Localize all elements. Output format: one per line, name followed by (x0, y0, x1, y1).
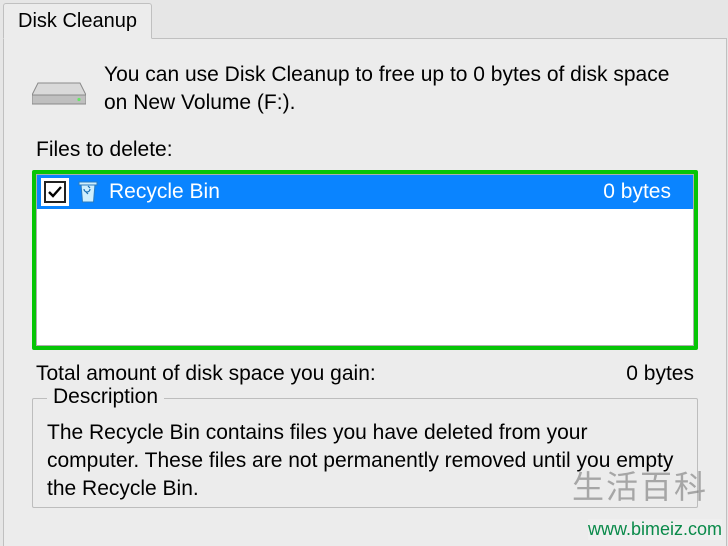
intro-row: You can use Disk Cleanup to free up to 0… (4, 39, 726, 126)
checkbox-box (44, 181, 66, 203)
description-text: The Recycle Bin contains files you have … (47, 419, 683, 504)
total-value: 0 bytes (626, 362, 694, 386)
list-item[interactable]: Recycle Bin 0 bytes (37, 175, 693, 209)
description-groupbox: Description The Recycle Bin contains fil… (32, 398, 698, 508)
drive-icon (32, 65, 86, 109)
files-listbox[interactable]: Recycle Bin 0 bytes (36, 174, 694, 346)
highlight-outline: Recycle Bin 0 bytes (32, 170, 698, 350)
panel-disk-cleanup: You can use Disk Cleanup to free up to 0… (3, 38, 727, 546)
checkbox-recycle-bin[interactable] (41, 178, 69, 206)
total-label: Total amount of disk space you gain: (36, 362, 376, 386)
description-legend: Description (47, 385, 164, 409)
tab-label: Disk Cleanup (18, 10, 137, 33)
tab-disk-cleanup[interactable]: Disk Cleanup (3, 3, 152, 39)
intro-text: You can use Disk Cleanup to free up to 0… (104, 61, 684, 118)
item-size: 0 bytes (603, 180, 693, 204)
recycle-bin-icon (75, 179, 101, 205)
item-label: Recycle Bin (107, 180, 597, 204)
files-to-delete-label: Files to delete: (4, 126, 726, 168)
